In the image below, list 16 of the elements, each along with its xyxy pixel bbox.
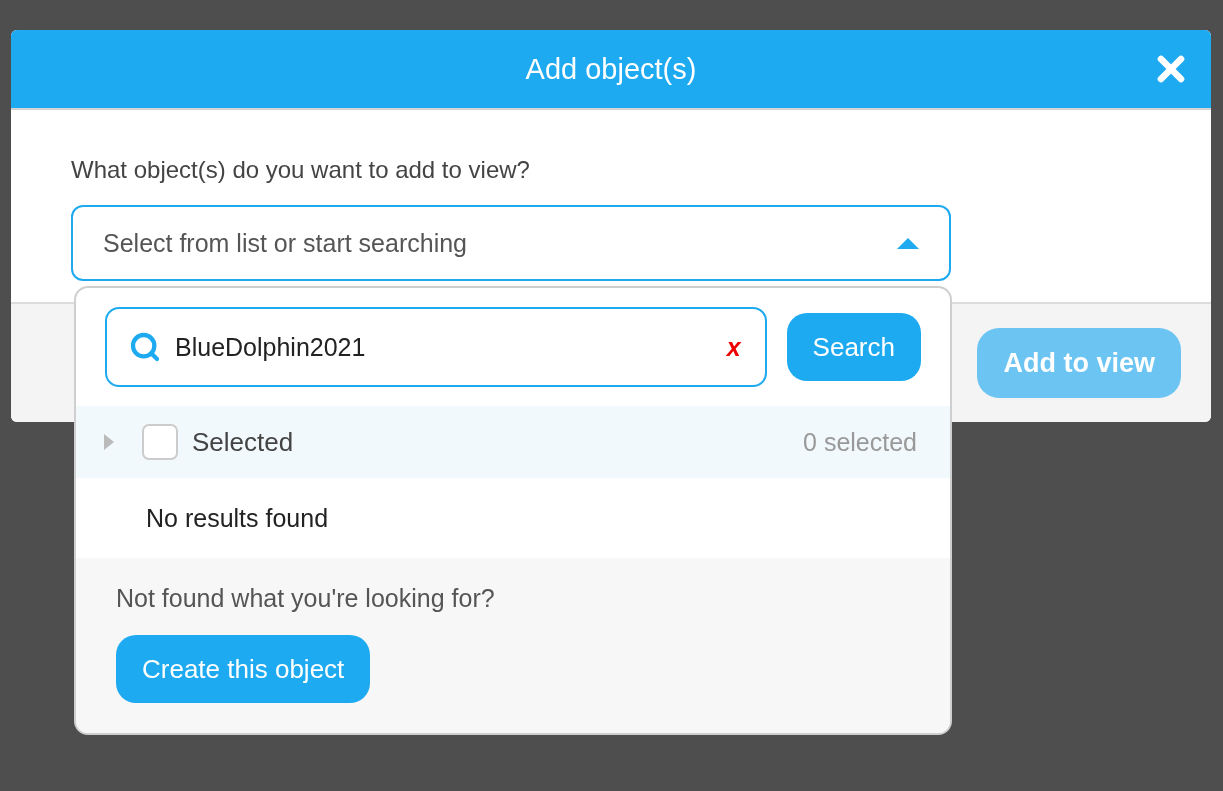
search-button[interactable]: Search <box>786 313 921 381</box>
dialog-title: Add object(s) <box>525 52 697 86</box>
question-label: What object(s) do you want to add to view? <box>71 156 531 184</box>
select-placeholder: Select from list or start searching <box>103 228 467 258</box>
create-object-button[interactable]: Create this object <box>116 635 371 703</box>
search-icon <box>129 331 161 363</box>
selected-group-row[interactable]: Selected 0 selected <box>76 406 950 478</box>
expand-icon[interactable] <box>104 434 114 450</box>
search-field[interactable]: BlueDolphin2021 x <box>105 307 767 387</box>
not-found-question: Not found what you're looking for? <box>116 584 495 613</box>
empty-message: No results found <box>145 502 330 534</box>
clear-button[interactable]: x <box>726 332 741 362</box>
checkbox[interactable] <box>142 424 178 460</box>
group-label: Selected <box>192 426 295 458</box>
object-select[interactable]: Select from list or start searching <box>71 205 951 281</box>
selected-count: 0 selected <box>803 427 917 457</box>
